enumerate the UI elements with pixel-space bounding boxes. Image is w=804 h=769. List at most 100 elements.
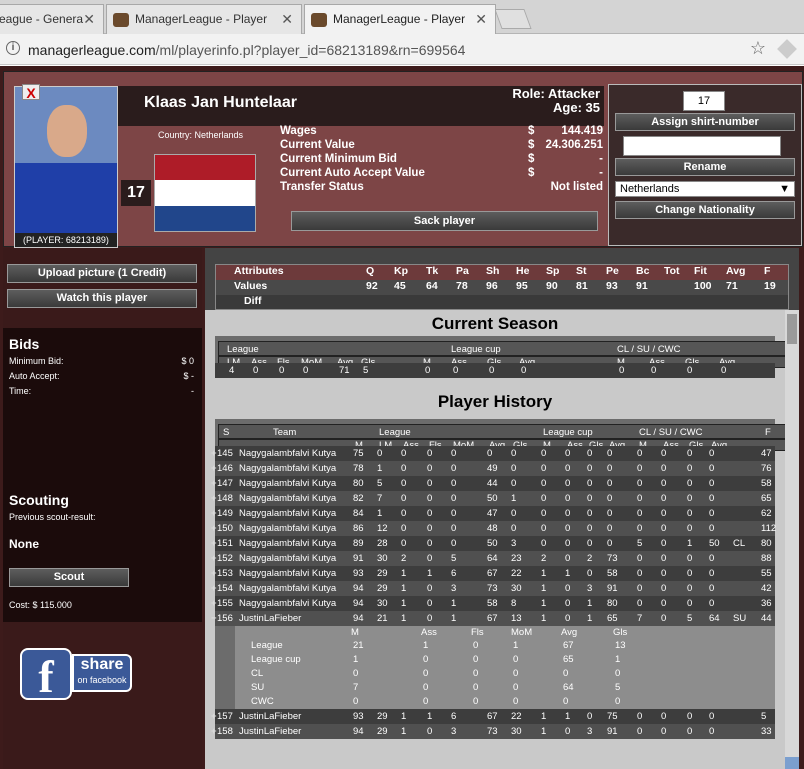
watch-player-button[interactable]: Watch this player [7,289,197,308]
browser-tab[interactable]: eague - Genera ✕ [0,4,104,34]
facebook-share-button[interactable]: f share on facebook [20,648,132,702]
hist-s: S [223,427,230,438]
hist-season: 156 [217,613,233,624]
new-tab-button[interactable] [494,9,532,29]
rename-button[interactable]: Rename [615,158,795,176]
expand-icon[interactable]: + [211,446,217,461]
share-subtext: on facebook [77,675,127,685]
attr-header: Fit [694,265,707,277]
hist-stat: 0 [565,493,571,504]
hist-stat: 0 [427,726,433,737]
nationality-select[interactable]: Netherlands ▼ [615,181,795,197]
browser-tab-active[interactable]: ManagerLeague - Player ✕ [304,4,496,34]
history-row[interactable]: +155 Nagygalambfalvi Kutya 94 30 1 0 1 58 8 1 0 1 80… [211,596,775,611]
detail-col: Gls [613,627,628,638]
hist-comp: CL [733,538,746,549]
hist-stat: 0 [661,583,667,594]
detail-value: 21 [353,640,364,651]
close-icon[interactable]: X [22,84,40,101]
hist-stat: 0 [709,583,715,594]
hist-stat: 1 [401,613,407,624]
shirt-number-input[interactable] [683,91,725,111]
cs-group: League cup [451,344,501,355]
hist-stat: 3 [587,726,593,737]
close-tab-icon[interactable]: ✕ [281,5,293,33]
scrollbar-thumb[interactable] [787,314,797,344]
history-row[interactable]: +154 Nagygalambfalvi Kutya 94 29 1 0 3 73 30 1 0 3 9… [211,581,775,596]
history-row[interactable]: +157 JustinLaFieber 93 29 1 1 6 67 22 1 1 0 75 0 0 0 0 5 [211,709,775,724]
hist-team-name: Nagygalambfalvi Kutya [239,463,337,474]
close-tab-icon[interactable]: ✕ [475,5,487,33]
history-row[interactable]: +147 Nagygalambfalvi Kutya 80 5 0 0 0 44 0 0 0 0 0 0 0… [211,476,775,491]
scrollbar[interactable] [785,310,799,769]
shirt-shape [15,163,117,233]
player-header: (PLAYER: 68213189) X Klaas Jan Huntelaar… [3,71,803,248]
favicon-icon [113,12,129,27]
history-row[interactable]: +145 Nagygalambfalvi Kutya 75 0 0 0 0 0 0 0 0 0 0 0 0 0… [211,446,775,461]
hist-stat: 0 [637,508,643,519]
expand-icon[interactable]: + [211,709,217,724]
hist-season: 152 [217,553,233,564]
history-row[interactable]: +149 Nagygalambfalvi Kutya 84 1 0 0 0 47 0 0 0 0 0 0 0… [211,506,775,521]
history-row[interactable]: −156 JustinLaFieber 94 21 1 0 1 67 13 1 0 1 65 7 0 5 64 S… [211,611,775,626]
expand-icon[interactable]: + [211,491,217,506]
bid-value: $ - [183,371,194,381]
cs-value: 0 [619,365,625,376]
facebook-icon: f [20,648,72,702]
sack-player-button[interactable]: Sack player [291,211,598,231]
finance-label: Wages [280,125,317,137]
upload-picture-button[interactable]: Upload picture (1 Credit) [7,264,197,283]
history-row[interactable]: +146 Nagygalambfalvi Kutya 78 1 0 0 0 49 0 0 0 0 0 0 0… [211,461,775,476]
history-row[interactable]: +152 Nagygalambfalvi Kutya 91 30 2 0 5 64 23 2 0 2 7… [211,551,775,566]
bid-label: Time: [9,386,32,396]
history-row[interactable]: +150 Nagygalambfalvi Kutya 86 12 0 0 0 48 0 0 0 0 0 0… [211,521,776,536]
hist-form: 58 [761,478,772,489]
hist-stat: 0 [511,523,517,534]
hist-stat: 64 [487,553,498,564]
cs-value: 0 [687,365,693,376]
current-season-title: Current Season [431,314,559,333]
history-row[interactable]: +151 Nagygalambfalvi Kutya 89 28 0 0 0 50 3 0 0 0 0 5… [211,536,775,551]
detail-value: 1 [353,654,359,665]
history-row[interactable]: +148 Nagygalambfalvi Kutya 82 7 0 0 0 50 1 0 0 0 0 0 0… [211,491,775,506]
expand-icon[interactable]: + [211,566,217,581]
expand-icon[interactable]: + [211,506,217,521]
history-row[interactable]: +158 JustinLaFieber 94 29 1 0 3 73 30 1 0 3 91 0 0 0 0 33 [211,724,775,739]
hist-cl: CL / SU / CWC [639,427,703,438]
extension-icon[interactable] [777,39,797,59]
scout-button[interactable]: Scout [9,568,129,587]
bookmark-star-icon[interactable]: ☆ [750,38,766,59]
expand-icon[interactable]: + [211,476,217,491]
expand-icon[interactable]: + [211,551,217,566]
attr-value: 93 [606,280,618,292]
expand-icon[interactable]: + [211,536,217,551]
expand-icon[interactable]: + [211,724,217,739]
info-icon[interactable]: i [6,41,20,55]
finance-row: Current Auto Accept Value $ - [280,167,603,181]
hist-stat: 1 [451,613,457,624]
expand-icon[interactable]: − [211,611,217,626]
expand-icon[interactable]: + [211,596,217,611]
history-row[interactable]: +153 Nagygalambfalvi Kutya 93 29 1 1 6 67 22 1 1 0 5… [211,566,775,581]
hist-stat: 0 [661,553,667,564]
hist-stat: 1 [541,726,547,737]
close-tab-icon[interactable]: ✕ [83,5,95,33]
expand-icon[interactable]: + [211,581,217,596]
hist-stat: 0 [709,508,715,519]
rename-input[interactable] [623,136,781,156]
detail-col: Ass [421,627,437,638]
hist-stat: 7 [637,613,643,624]
player-edit-panel: Assign shirt-number Rename Netherlands▼ … [608,84,802,246]
detail-col: Fls [471,627,484,638]
expand-icon[interactable]: + [211,521,217,536]
assign-shirt-button[interactable]: Assign shirt-number [615,113,795,131]
browser-tab[interactable]: ManagerLeague - Player ✕ [106,4,302,34]
change-nationality-button[interactable]: Change Nationality [615,201,795,219]
url-text[interactable]: managerleague.com/ml/playerinfo.pl?playe… [28,42,465,58]
tab-title: eague - Genera [0,12,84,26]
hist-stat: 91 [353,553,364,564]
attr-value: 92 [366,280,378,292]
expand-icon[interactable]: + [211,461,217,476]
address-bar[interactable]: i managerleague.com/ml/playerinfo.pl?pla… [0,34,804,65]
hist-stat: 3 [451,726,457,737]
